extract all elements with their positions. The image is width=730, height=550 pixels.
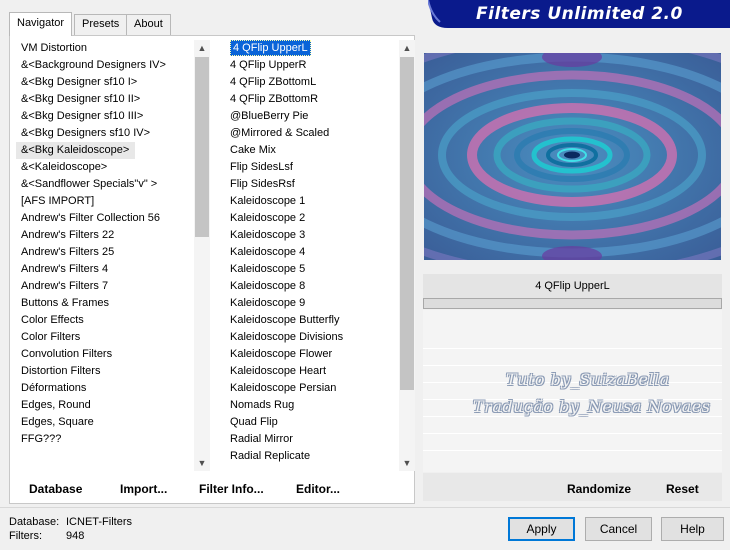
filter-item[interactable]: Nomads Rug <box>225 397 399 414</box>
editor-button[interactable]: Editor... <box>296 482 340 496</box>
filter-item[interactable]: Flip SidesLsf <box>225 159 399 176</box>
category-item[interactable]: Andrew's Filters 4 <box>16 261 196 278</box>
filter-item[interactable]: @Mirrored & Scaled <box>225 125 399 142</box>
current-filter-name: 4 QFlip UpperL <box>423 274 722 298</box>
category-list[interactable]: VM Distortion &<Background Designers IV> &… <box>16 40 196 471</box>
scrollbar-thumb[interactable] <box>400 57 414 390</box>
scroll-up-icon[interactable]: ▲ <box>399 40 415 56</box>
category-item[interactable]: Déformations <box>16 380 196 397</box>
category-item[interactable]: Color Effects <box>16 312 196 329</box>
filter-item[interactable]: Kaleidoscope 4 <box>225 244 399 261</box>
filter-item[interactable]: 4 QFlip ZBottomR <box>225 91 399 108</box>
scrollbar-thumb[interactable] <box>195 57 209 237</box>
filter-item[interactable]: Kaleidoscope 8 <box>225 278 399 295</box>
category-item[interactable]: Distortion Filters <box>16 363 196 380</box>
watermark-tuto: Tuto by_SuizaBella <box>506 370 670 389</box>
randomize-button[interactable]: Randomize <box>567 482 631 496</box>
filter-item[interactable]: Kaleidoscope 2 <box>225 210 399 227</box>
category-scrollbar[interactable]: ▲ ▼ <box>194 40 210 471</box>
parameter-row-divider <box>423 365 722 366</box>
filter-item[interactable]: 4 QFlip ZBottomL <box>225 74 399 91</box>
parameter-area <box>423 310 722 472</box>
category-item[interactable]: &<Bkg Designer sf10 II> <box>16 91 196 108</box>
category-item[interactable]: Buttons & Frames <box>16 295 196 312</box>
category-item[interactable]: &<Kaleidoscope> <box>16 159 196 176</box>
category-item[interactable]: &<Bkg Designers sf10 IV> <box>16 125 196 142</box>
category-item[interactable]: Andrew's Filters 22 <box>16 227 196 244</box>
filter-item[interactable]: Kaleidoscope Butterfly <box>225 312 399 329</box>
category-item[interactable]: &<Background Designers IV> <box>16 57 196 74</box>
filter-item[interactable]: Kaleidoscope Flower <box>225 346 399 363</box>
filter-item[interactable]: Kaleidoscope 9 <box>225 295 399 312</box>
scroll-down-icon[interactable]: ▼ <box>399 455 415 471</box>
scroll-down-icon[interactable]: ▼ <box>194 455 210 471</box>
category-item[interactable]: Color Filters <box>16 329 196 346</box>
category-item[interactable]: &<Bkg Designer sf10 III> <box>16 108 196 125</box>
filter-item[interactable]: @BlueBerry Pie <box>225 108 399 125</box>
category-item[interactable]: Andrew's Filters 7 <box>16 278 196 295</box>
tab-presets[interactable]: Presets <box>74 14 128 35</box>
database-label: Database: <box>9 516 60 528</box>
cancel-button[interactable]: Cancel <box>585 517 652 541</box>
footer-divider <box>0 507 730 508</box>
category-item[interactable]: &<Bkg Designer sf10 I> <box>16 74 196 91</box>
filter-item[interactable]: Kaleidoscope Persian <box>225 380 399 397</box>
filter-item[interactable]: Kaleidoscope Divisions <box>225 329 399 346</box>
preview-image <box>424 53 721 260</box>
category-item[interactable]: FFG??? <box>16 431 196 448</box>
database-value: ICNET-Filters <box>66 516 132 528</box>
filter-item[interactable]: Kaleidoscope 1 <box>225 193 399 210</box>
filter-item[interactable]: Kaleidoscope 5 <box>225 261 399 278</box>
category-item[interactable]: VM Distortion <box>16 40 196 57</box>
filter-item[interactable]: Kaleidoscope 3 <box>225 227 399 244</box>
parameter-row-divider <box>423 433 722 434</box>
parameter-row-divider <box>423 416 722 417</box>
filter-item[interactable]: Radial Mirror <box>225 431 399 448</box>
parameter-slider[interactable] <box>423 298 722 309</box>
watermark-traducao: Tradução by_Neusa Novaes <box>473 397 711 416</box>
filters-count: 948 <box>66 530 85 542</box>
filter-item[interactable]: 4 QFlip UpperL <box>225 40 399 57</box>
tab-navigator[interactable]: Navigator <box>9 12 73 36</box>
help-button[interactable]: Help <box>661 517 724 541</box>
category-item[interactable]: Edges, Square <box>16 414 196 431</box>
filter-item[interactable]: Kaleidoscope Heart <box>225 363 399 380</box>
filter-item[interactable]: Flip SidesRsf <box>225 176 399 193</box>
category-item[interactable]: Andrew's Filter Collection 56 <box>16 210 196 227</box>
tab-about[interactable]: About <box>126 14 171 35</box>
category-item[interactable]: Andrew's Filters 25 <box>16 244 196 261</box>
filter-item[interactable]: 4 QFlip UpperR <box>225 57 399 74</box>
reset-button[interactable]: Reset <box>666 482 699 496</box>
selected-filter-label: 4 QFlip UpperL <box>230 40 311 56</box>
filter-item[interactable]: Quad Flip <box>225 414 399 431</box>
filter-scrollbar[interactable]: ▲ ▼ <box>399 40 415 471</box>
category-item[interactable]: [AFS IMPORT] <box>16 193 196 210</box>
category-item[interactable]: Edges, Round <box>16 397 196 414</box>
filter-item[interactable]: Cake Mix <box>225 142 399 159</box>
import-button[interactable]: Import... <box>120 482 167 496</box>
category-item[interactable]: &<Bkg Kaleidoscope> <box>16 142 136 159</box>
filter-item[interactable]: Radial Replicate <box>225 448 399 465</box>
filters-label: Filters: <box>9 530 42 542</box>
parameter-row-divider <box>423 450 722 451</box>
apply-button[interactable]: Apply <box>508 517 575 541</box>
scroll-up-icon[interactable]: ▲ <box>194 40 210 56</box>
filter-list[interactable]: 4 QFlip UpperL 4 QFlip UpperR 4 QFlip ZBot… <box>225 40 399 471</box>
category-item[interactable]: &<Sandflower Specials"v" > <box>16 176 196 193</box>
filter-info-button[interactable]: Filter Info... <box>199 482 264 496</box>
database-button[interactable]: Database <box>29 482 82 496</box>
parameter-row-divider <box>423 348 722 349</box>
app-title: Filters Unlimited 2.0 <box>476 4 683 24</box>
category-item[interactable]: Convolution Filters <box>16 346 196 363</box>
